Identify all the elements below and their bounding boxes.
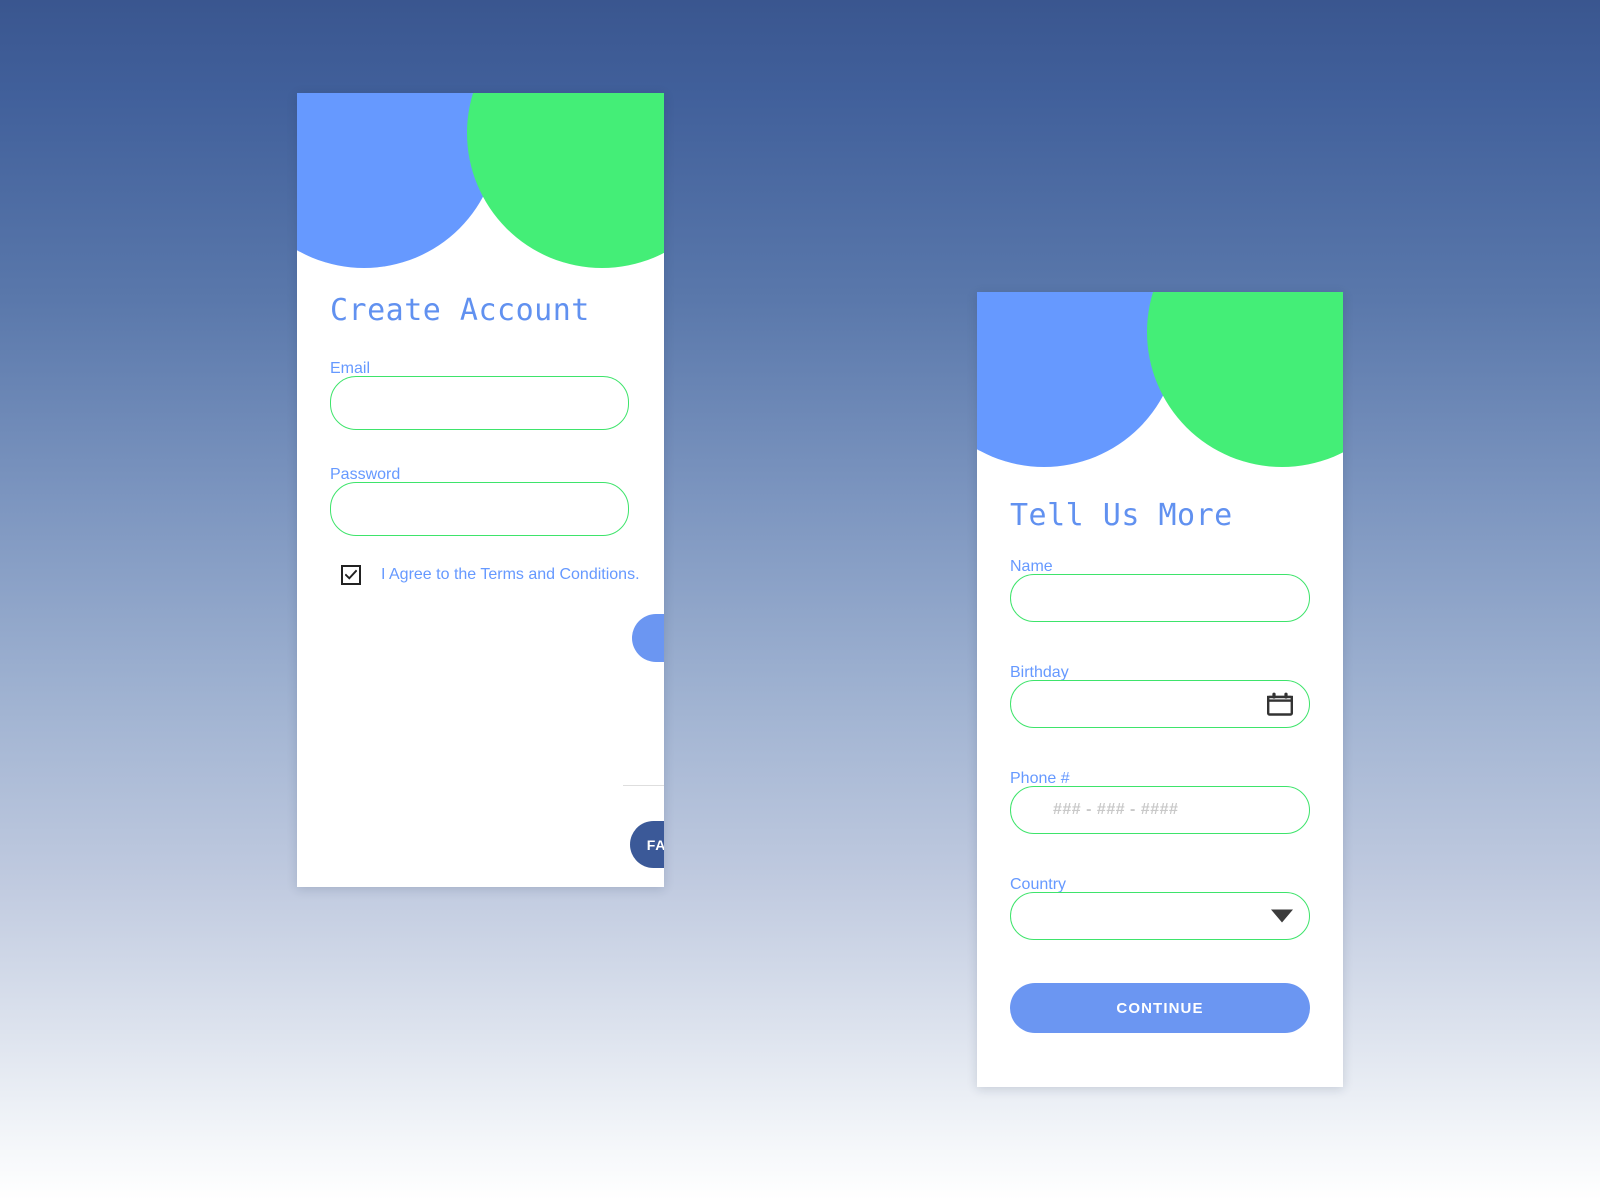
tell-us-more-card-body: Tell Us More Name Birthday Phone # ### -…	[977, 292, 1343, 1087]
password-input[interactable]	[330, 482, 629, 536]
email-input[interactable]	[330, 376, 629, 430]
create-account-card-body: Create Account Email Password I Agree to…	[297, 93, 664, 887]
birthday-input[interactable]	[1010, 680, 1310, 728]
terms-checkbox[interactable]	[341, 565, 361, 585]
country-select[interactable]	[1010, 892, 1310, 940]
divider-line-left	[623, 784, 664, 786]
continue-button[interactable]: CONTINUE	[1010, 983, 1310, 1033]
calendar-icon[interactable]	[1267, 692, 1293, 716]
name-input[interactable]	[1010, 574, 1310, 622]
check-icon	[345, 569, 357, 580]
facebook-button-label: FACEBOOK	[646, 836, 664, 853]
phone-input[interactable]: ### - ### - ####	[1010, 786, 1310, 834]
page-title: Create Account	[330, 293, 590, 328]
facebook-login-button[interactable]: FACEBOOK f	[630, 821, 664, 868]
social-login-row: FACEBOOK f GOOGLE	[630, 821, 664, 868]
sign-up-button[interactable]: SIGN UP	[632, 614, 664, 662]
create-account-card: Create Account Email Password I Agree to…	[297, 93, 664, 887]
tell-us-more-card: Tell Us More Name Birthday Phone # ### -…	[977, 292, 1343, 1087]
terms-agreement-row[interactable]: I Agree to the Terms and Conditions.	[341, 565, 640, 585]
terms-label: I Agree to the Terms and Conditions.	[381, 566, 640, 583]
chevron-down-icon[interactable]	[1271, 909, 1293, 923]
social-divider: OR SIGNUP WITH	[623, 779, 664, 791]
page-title: Tell Us More	[1010, 498, 1233, 533]
phone-placeholder: ### - ### - ####	[1053, 801, 1179, 818]
